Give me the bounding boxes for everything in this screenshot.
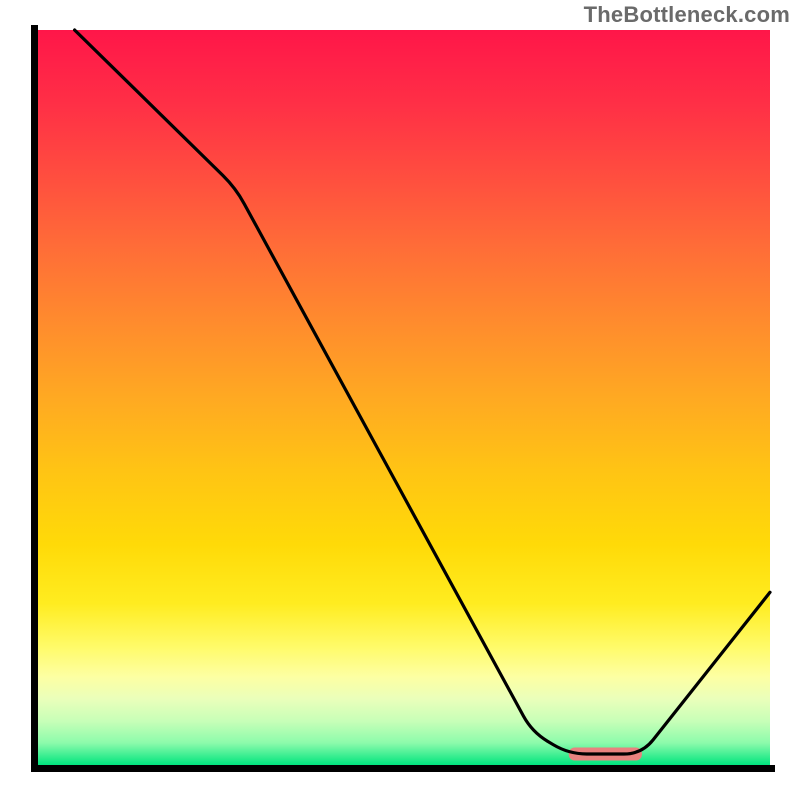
watermark-text: TheBottleneck.com	[584, 2, 790, 28]
plot-background	[38, 30, 770, 765]
chart-container: TheBottleneck.com	[0, 0, 800, 800]
bottleneck-chart	[0, 0, 800, 800]
